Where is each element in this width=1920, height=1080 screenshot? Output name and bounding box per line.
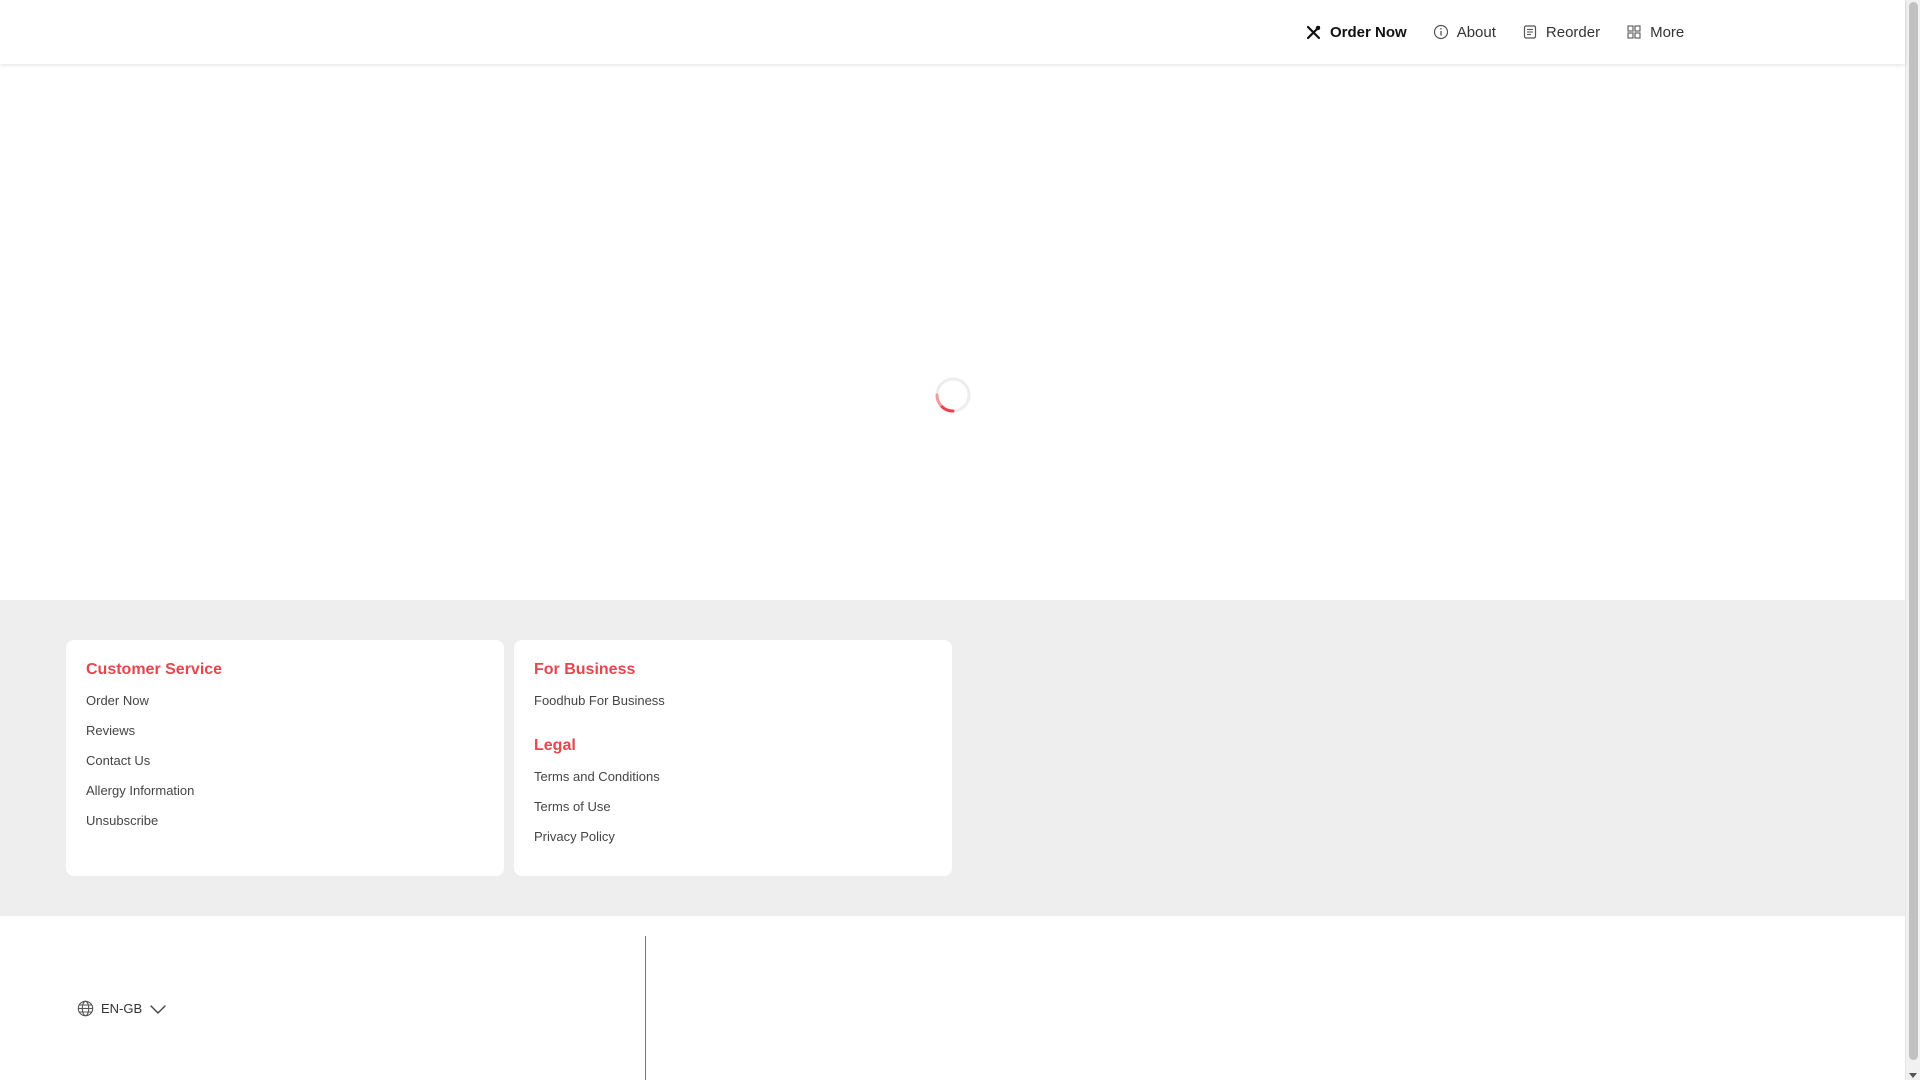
customer-service-card: Customer Service Order Now Reviews Conta… bbox=[66, 640, 504, 876]
footer-bottom: EN-GB bbox=[0, 916, 1905, 1080]
footer-link-contact-us[interactable]: Contact Us bbox=[86, 752, 484, 782]
nav-order-now-label: Order Now bbox=[1330, 23, 1407, 41]
receipt-icon bbox=[1522, 24, 1538, 40]
page: Order Now About Reorder More Customer Se… bbox=[0, 0, 1920, 1080]
footer-links-section: Customer Service Order Now Reviews Conta… bbox=[0, 600, 1905, 916]
scrollbar-thumb[interactable] bbox=[1909, 2, 1918, 1060]
nav-more-label: More bbox=[1650, 23, 1685, 41]
nav-order-now[interactable]: Order Now bbox=[1306, 24, 1407, 41]
info-icon bbox=[1433, 24, 1449, 40]
for-business-heading: For Business bbox=[534, 661, 636, 678]
chevron-down-icon bbox=[149, 1003, 167, 1015]
footer-link-unsubscribe[interactable]: Unsubscribe bbox=[86, 812, 484, 842]
utensils-icon bbox=[1306, 24, 1322, 40]
scroll-down-arrow-icon[interactable] bbox=[1909, 1073, 1917, 1078]
language-selector[interactable]: EN-GB bbox=[77, 1000, 167, 1017]
footer-link-order-now[interactable]: Order Now bbox=[86, 692, 484, 722]
vertical-scrollbar[interactable] bbox=[1905, 0, 1920, 1080]
footer-link-terms-of-use[interactable]: Terms of Use bbox=[534, 798, 932, 828]
nav-about[interactable]: About bbox=[1433, 24, 1496, 41]
legal-heading: Legal bbox=[534, 737, 576, 754]
business-legal-card: For Business Foodhub For Business Legal … bbox=[514, 640, 952, 876]
footer-link-allergy-information[interactable]: Allergy Information bbox=[86, 782, 484, 812]
nav-more[interactable]: More bbox=[1626, 24, 1684, 41]
nav-about-label: About bbox=[1456, 23, 1496, 41]
footer-link-reviews[interactable]: Reviews bbox=[86, 722, 484, 752]
footer-link-foodhub-for-business[interactable]: Foodhub For Business bbox=[534, 692, 932, 722]
footer-link-terms-and-conditions[interactable]: Terms and Conditions bbox=[534, 768, 932, 798]
globe-icon bbox=[77, 1000, 94, 1017]
loading-spinner-icon bbox=[934, 376, 972, 414]
footer-link-privacy-policy[interactable]: Privacy Policy bbox=[534, 828, 932, 858]
footer-divider bbox=[645, 936, 646, 1080]
top-header: Order Now About Reorder More bbox=[0, 0, 1905, 64]
language-label: EN-GB bbox=[101, 1001, 143, 1016]
main-nav: Order Now About Reorder More bbox=[1306, 0, 1684, 64]
customer-service-heading: Customer Service bbox=[86, 661, 223, 678]
nav-reorder-label: Reorder bbox=[1545, 23, 1601, 41]
grid-icon bbox=[1626, 24, 1642, 40]
nav-reorder[interactable]: Reorder bbox=[1522, 24, 1600, 41]
main-content bbox=[0, 64, 1905, 600]
